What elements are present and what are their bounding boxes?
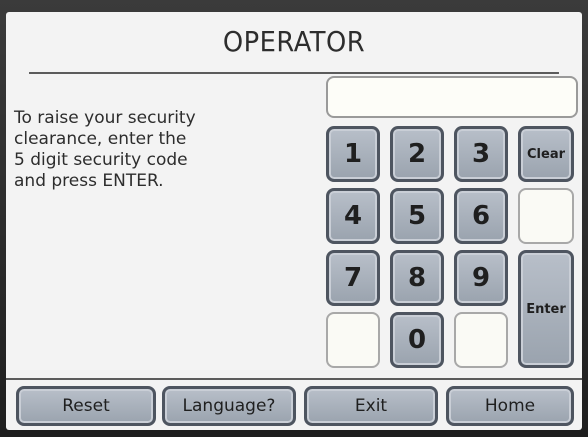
key-7[interactable]: 7 [326,250,380,306]
blank-key-left [326,312,380,368]
device-bezel: OPERATOR To raise your security clearanc… [0,0,588,437]
key-2[interactable]: 2 [390,126,444,182]
key-4[interactable]: 4 [326,188,380,244]
instructions-text: To raise your security clearance, enter … [14,108,196,191]
exit-button[interactable]: Exit [304,386,438,426]
key-9[interactable]: 9 [454,250,508,306]
bottom-navigation: Reset Language? Exit Home [6,378,582,432]
page-title: OPERATOR [29,12,559,74]
clear-button[interactable]: Clear [518,126,574,182]
key-0[interactable]: 0 [390,312,444,368]
key-8[interactable]: 8 [390,250,444,306]
home-button[interactable]: Home [446,386,574,426]
key-6[interactable]: 6 [454,188,508,244]
reset-button[interactable]: Reset [16,386,156,426]
key-5[interactable]: 5 [390,188,444,244]
blank-key-middle [454,312,508,368]
security-code-display [326,76,578,118]
language-button[interactable]: Language? [162,386,296,426]
key-1[interactable]: 1 [326,126,380,182]
enter-button[interactable]: Enter [518,250,574,368]
touch-screen: OPERATOR To raise your security clearanc… [6,12,582,430]
blank-key-right [518,188,574,244]
key-3[interactable]: 3 [454,126,508,182]
